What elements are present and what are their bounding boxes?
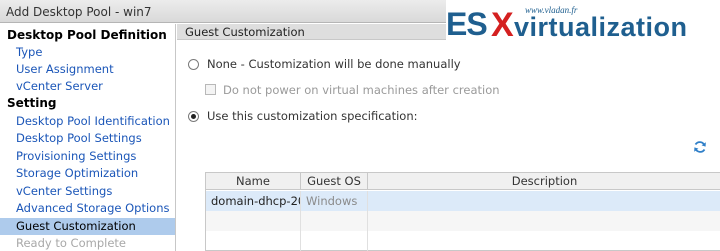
column-header-name[interactable]: Name xyxy=(206,173,301,190)
nav-item-desktop-pool-settings[interactable]: Desktop Pool Settings xyxy=(0,130,175,147)
nav-item-type[interactable]: Type xyxy=(0,44,175,61)
nav-item-guest-customization[interactable]: Guest Customization xyxy=(0,218,175,235)
refresh-icon[interactable] xyxy=(693,140,707,154)
nav-item-ready-to-complete: Ready to Complete xyxy=(16,236,126,250)
wizard-step-sidebar: Desktop Pool Definition Type User Assign… xyxy=(0,24,176,251)
radio-use-customization-spec[interactable] xyxy=(188,111,199,122)
nav-item-storage-optimization[interactable]: Storage Optimization xyxy=(0,165,175,182)
column-header-guest-os[interactable]: Guest OS xyxy=(301,173,368,190)
nav-item-advanced-storage-options[interactable]: Advanced Storage Options xyxy=(0,200,175,217)
radio-none-customization[interactable] xyxy=(188,59,199,70)
dialog-title: Add Desktop Pool - win7 xyxy=(6,5,152,19)
table-row[interactable]: domain-dhcp-20 Windows xyxy=(206,191,720,211)
nav-item-provisioning-settings[interactable]: Provisioning Settings xyxy=(0,148,175,165)
radio-use-spec-label[interactable]: Use this customization specification: xyxy=(207,109,418,123)
table-row-empty xyxy=(206,211,720,231)
empty-cell xyxy=(206,231,301,251)
cell-guest-os: Windows xyxy=(301,191,368,211)
logo-url: www.vladan.fr xyxy=(525,5,578,15)
empty-cell xyxy=(301,211,368,231)
nav-heading-setting: Setting xyxy=(7,96,57,110)
empty-cell xyxy=(206,211,301,231)
column-header-description[interactable]: Description xyxy=(368,173,720,190)
cell-description xyxy=(368,191,720,211)
nav-item-vcenter-server[interactable]: vCenter Server xyxy=(0,78,175,95)
nav-item-desktop-pool-identification[interactable]: Desktop Pool Identification xyxy=(0,113,175,130)
logo-x: X xyxy=(491,6,514,44)
do-not-power-on-label: Do not power on virtual machines after c… xyxy=(223,83,500,97)
radio-none-label[interactable]: None - Customization will be done manual… xyxy=(207,57,461,71)
guest-customization-panel: Guest Customization None - Customization… xyxy=(177,24,720,251)
table-row-empty xyxy=(206,231,720,251)
nav-heading-desktop-pool-definition: Desktop Pool Definition xyxy=(7,28,167,42)
cell-name: domain-dhcp-20 xyxy=(206,191,301,211)
logo-es: ES xyxy=(446,6,488,42)
logo-word: virtualization xyxy=(514,12,688,42)
do-not-power-on-checkbox xyxy=(205,84,216,95)
nav-item-user-assignment[interactable]: User Assignment xyxy=(0,61,175,78)
customization-spec-table: Name Guest OS Description domain-dhcp-20… xyxy=(205,172,720,251)
esx-virtualization-logo: ES X virtualization www.vladan.fr xyxy=(446,0,720,45)
nav-item-vcenter-settings[interactable]: vCenter Settings xyxy=(0,183,175,200)
panel-title: Guest Customization xyxy=(185,25,305,39)
empty-cell xyxy=(301,231,368,251)
table-header: Name Guest OS Description xyxy=(206,173,720,190)
